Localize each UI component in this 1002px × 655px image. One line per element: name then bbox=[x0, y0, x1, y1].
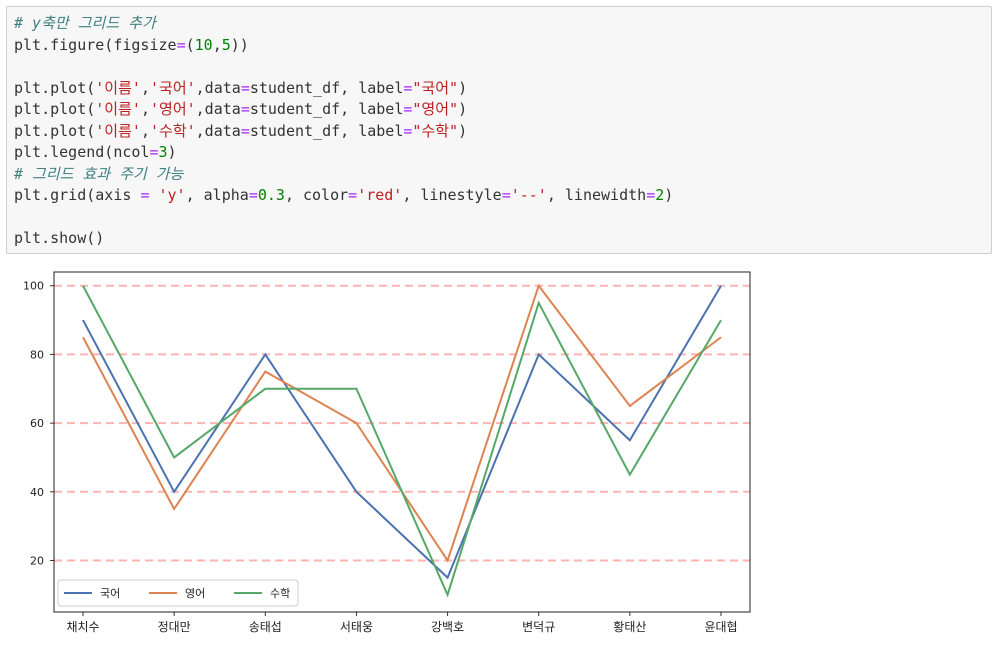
code-token: ,data bbox=[195, 121, 241, 140]
code-token: '--' bbox=[510, 186, 547, 204]
code-token: )) bbox=[230, 35, 249, 54]
code-token: , alpha bbox=[185, 186, 249, 204]
code-token: = bbox=[240, 100, 250, 118]
code-line: plt.plot('이름','영어',data=student_df, labe… bbox=[14, 99, 673, 121]
legend-label: 수학 bbox=[270, 587, 290, 600]
legend-label: 국어 bbox=[100, 587, 120, 600]
code-token: ) bbox=[664, 186, 674, 204]
code-token: ,data bbox=[195, 78, 241, 97]
code-token: 3 bbox=[158, 143, 168, 161]
code-line: # y축만 그리드 추가 bbox=[14, 13, 673, 35]
code-token: 0.3 bbox=[257, 186, 285, 204]
legend-label: 영어 bbox=[185, 587, 205, 600]
code-token: = bbox=[248, 186, 258, 204]
code-token: , linestyle bbox=[402, 186, 502, 204]
code-token: plt.figure(figsize bbox=[14, 35, 177, 54]
x-tick-label: 황태산 bbox=[613, 620, 646, 634]
code-token: "수학" bbox=[412, 121, 459, 140]
y-tick-label: 20 bbox=[30, 554, 44, 567]
code-token: ,data bbox=[195, 100, 241, 118]
y-tick-label: 100 bbox=[23, 280, 44, 293]
x-tick-label: 송태섭 bbox=[249, 620, 282, 634]
code-token: , color bbox=[284, 186, 349, 204]
code-line: # 그리드 효과 주기 가능 bbox=[14, 164, 673, 186]
code-token: , bbox=[140, 100, 150, 118]
code-token: plt.plot( bbox=[14, 100, 96, 118]
code-line: plt.grid(axis = 'y', alpha=0.3, color='r… bbox=[14, 185, 673, 207]
code-token: = bbox=[646, 186, 656, 204]
code-token: 2 bbox=[655, 186, 665, 204]
code-token: plt.plot( bbox=[14, 121, 96, 140]
x-tick-label: 윤대협 bbox=[704, 620, 737, 634]
code-token: plt.show() bbox=[14, 229, 105, 247]
code-token: "영어" bbox=[412, 100, 459, 118]
code-token: '이름' bbox=[95, 78, 141, 97]
code-cell[interactable]: # y축만 그리드 추가 plt.figure(figsize=(10,5)) p… bbox=[6, 6, 992, 254]
code-token: '이름' bbox=[95, 100, 141, 118]
code-line: plt.legend(ncol=3) bbox=[14, 142, 673, 164]
code-token: # y축만 그리드 추가 bbox=[14, 14, 156, 32]
code-token: '국어' bbox=[149, 78, 196, 97]
code-token: student_df, label bbox=[249, 78, 404, 97]
code-token: = bbox=[240, 121, 250, 140]
code-line: plt.plot('이름','국어',data=student_df, labe… bbox=[14, 78, 673, 100]
code-token: # 그리드 효과 주기 가능 bbox=[14, 164, 184, 183]
code-line: plt.figure(figsize=(10,5)) bbox=[14, 35, 673, 57]
line-chart: 20 40 60 80 100 채치수 정대만 송태섭 서태웅 강백호 변덕규 황태산 윤대협 국어 영어 수… bbox=[23, 271, 751, 634]
code-token: ) bbox=[458, 100, 468, 118]
code-token: 5 bbox=[221, 35, 231, 54]
series-line-수학 bbox=[82, 285, 722, 598]
series-line-국어 bbox=[82, 285, 722, 580]
code-token: "국어" bbox=[412, 78, 459, 97]
code-token: ) bbox=[458, 121, 468, 140]
code-token: 'y' bbox=[158, 186, 186, 204]
x-tick-label: 서태웅 bbox=[340, 620, 373, 634]
code-token: ( bbox=[185, 35, 195, 54]
code-editor[interactable]: # y축만 그리드 추가 plt.figure(figsize=(10,5)) p… bbox=[14, 13, 673, 250]
x-tick-label: 변덕규 bbox=[522, 620, 555, 634]
code-token: 10 bbox=[194, 35, 213, 54]
code-token: '수학' bbox=[149, 121, 196, 140]
code-token: plt.plot( bbox=[14, 78, 96, 97]
code-line: plt.plot('이름','수학',data=student_df, labe… bbox=[14, 121, 673, 143]
code-token: = bbox=[176, 35, 186, 54]
code-token: '영어' bbox=[149, 100, 196, 118]
y-tick-label: 60 bbox=[30, 417, 44, 430]
code-token: plt.grid(axis bbox=[14, 186, 141, 204]
code-line: plt.show() bbox=[14, 228, 673, 250]
code-token: , bbox=[140, 78, 150, 97]
code-token: = bbox=[348, 186, 358, 204]
x-tick-label: 정대만 bbox=[158, 620, 191, 634]
code-token: student_df, label bbox=[249, 121, 404, 140]
x-tick-label: 채치수 bbox=[66, 620, 99, 634]
code-token: = bbox=[240, 78, 250, 97]
y-tick-label: 80 bbox=[30, 348, 44, 361]
code-token: 'red' bbox=[357, 186, 403, 204]
x-tick-label: 강백호 bbox=[431, 620, 464, 634]
code-token: student_df, label bbox=[249, 100, 404, 118]
code-token: ) bbox=[167, 143, 177, 161]
y-tick-label: 40 bbox=[30, 486, 44, 499]
code-token: = bbox=[149, 143, 159, 161]
code-token: = bbox=[501, 186, 511, 204]
code-token: ) bbox=[458, 78, 468, 97]
code-token: plt.legend(ncol bbox=[14, 143, 150, 161]
code-token: , bbox=[140, 121, 150, 140]
code-token: , linewidth bbox=[546, 186, 647, 204]
code-token: , bbox=[212, 35, 222, 54]
code-token: '이름' bbox=[95, 121, 141, 140]
output-area: 20 40 60 80 100 채치수 정대만 송태섭 서태웅 강백호 변덕규 황태산 윤대협 국어 영어 수… bbox=[0, 258, 1002, 651]
